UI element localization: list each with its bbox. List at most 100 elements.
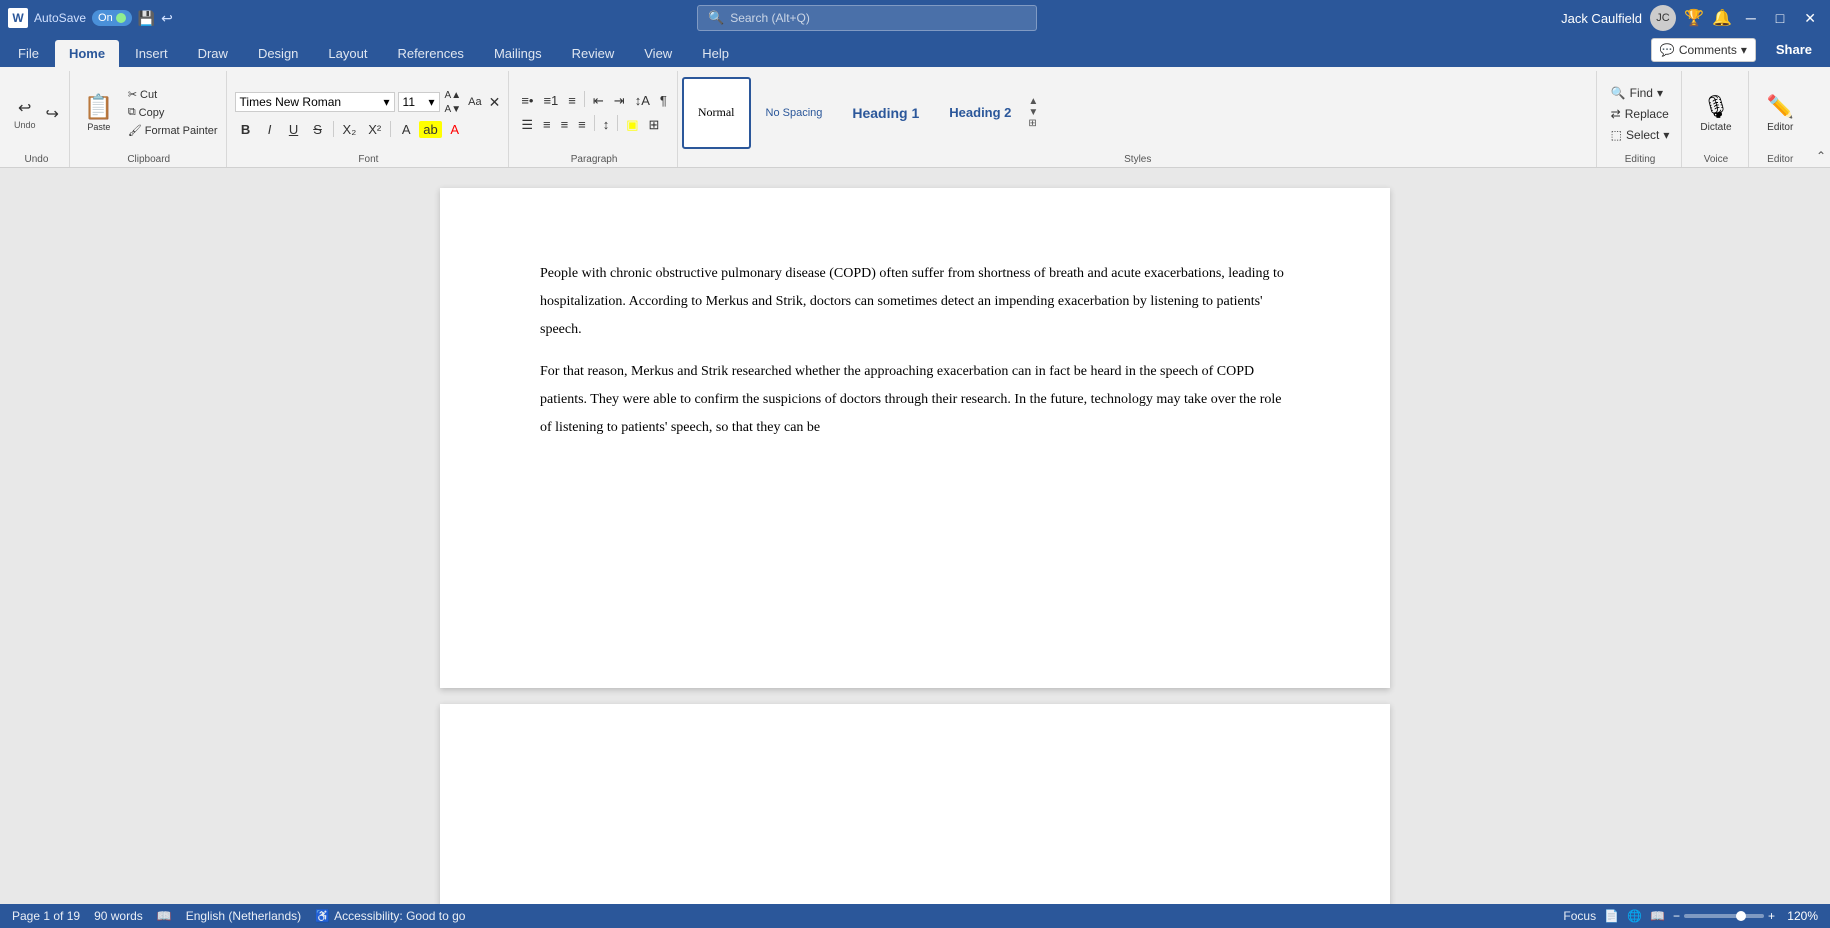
style-heading1[interactable]: Heading 1	[837, 77, 934, 149]
multilevel-list-button[interactable]: ≡	[564, 91, 580, 111]
bullets-button[interactable]: ≡•	[517, 91, 537, 111]
minimize-button[interactable]: ─	[1740, 10, 1762, 26]
autosave-label: AutoSave	[34, 11, 86, 25]
tab-home[interactable]: Home	[55, 40, 119, 67]
font-select-chevron: ▾	[384, 95, 390, 109]
paste-icon: 📋	[84, 93, 114, 122]
line-spacing-button[interactable]: ↕	[599, 115, 614, 135]
read-mode-icon[interactable]: 📖	[1650, 909, 1665, 923]
decrease-indent-button[interactable]: ⇤	[589, 91, 608, 111]
styles-group-label: Styles	[682, 152, 1594, 167]
align-right-button[interactable]: ≡	[557, 115, 573, 135]
undo-group: ↩ Undo ↪ Undo	[4, 71, 70, 167]
format-painter-button[interactable]: 🖌 Format Painter	[124, 122, 222, 139]
search-placeholder: Search (Alt+Q)	[730, 11, 810, 25]
superscript-button[interactable]: X²	[363, 120, 386, 139]
find-button[interactable]: 🔍 Find ▾	[1605, 83, 1676, 103]
accessibility-check: ♿ Accessibility: Good to go	[315, 909, 465, 923]
page-1: People with chronic obstructive pulmonar…	[440, 188, 1390, 688]
increase-indent-button[interactable]: ⇥	[610, 91, 629, 111]
cut-button[interactable]: ✂ Cut	[124, 86, 222, 103]
autosave-toggle[interactable]: On	[92, 10, 132, 26]
rewards-icon: 🏆	[1684, 8, 1704, 28]
proofing-icon: 📖	[157, 909, 172, 923]
tab-help[interactable]: Help	[688, 40, 743, 67]
styles-scroll-down[interactable]: ▼	[1028, 107, 1038, 118]
cut-icon: ✂	[128, 88, 137, 101]
font-size-increase[interactable]: A▲	[443, 89, 464, 102]
font-size-select[interactable]: 11 ▾	[398, 92, 440, 112]
undo-title-icon[interactable]: ↩	[161, 10, 173, 27]
zoom-out-icon[interactable]: −	[1673, 909, 1680, 923]
styles-expand-button[interactable]: ⊞	[1028, 118, 1038, 129]
styles-scroll-up[interactable]: ▲	[1028, 96, 1038, 107]
share-button[interactable]: Share	[1762, 36, 1826, 63]
justify-button[interactable]: ≡	[574, 115, 590, 135]
redo-button[interactable]: ↪	[42, 100, 63, 128]
font-color-button[interactable]: A	[444, 120, 466, 139]
font-name-select[interactable]: Times New Roman ▾	[235, 92, 395, 112]
change-case-button[interactable]: Aa	[466, 95, 483, 109]
select-button[interactable]: ⬚ Select ▾	[1605, 125, 1676, 145]
tab-references[interactable]: References	[383, 40, 477, 67]
shading-button[interactable]: ▣	[622, 115, 642, 135]
clipboard-small-buttons: ✂ Cut ⧉ Copy 🖌 Format Painter	[124, 86, 222, 139]
zoom-slider-track[interactable]	[1684, 914, 1764, 918]
tab-draw[interactable]: Draw	[184, 40, 242, 67]
ribbon-collapse-button[interactable]: ⌃	[1816, 149, 1826, 163]
zoom-slider-thumb	[1736, 911, 1746, 921]
close-button[interactable]: ✕	[1798, 10, 1822, 27]
underline-button[interactable]: U	[283, 120, 305, 139]
strikethrough-button[interactable]: S	[307, 120, 329, 139]
undo-button[interactable]: ↩ Undo	[10, 94, 40, 134]
search-bar[interactable]: 🔍 Search (Alt+Q)	[697, 5, 1037, 31]
focus-label[interactable]: Focus	[1563, 909, 1596, 923]
tab-review[interactable]: Review	[558, 40, 629, 67]
status-bar: Page 1 of 19 90 words 📖 English (Netherl…	[0, 904, 1830, 928]
restore-button[interactable]: □	[1770, 10, 1790, 26]
paragraph-2[interactable]: For that reason, Merkus and Strik resear…	[540, 358, 1290, 442]
copy-button[interactable]: ⧉ Copy	[124, 104, 222, 121]
clear-formatting-button[interactable]: ✕	[487, 93, 503, 112]
tab-mailings[interactable]: Mailings	[480, 40, 556, 67]
font-size-decrease[interactable]: A▼	[443, 103, 464, 116]
sort-button[interactable]: ↕A	[631, 91, 654, 111]
web-layout-icon[interactable]: 🌐	[1627, 909, 1642, 923]
tab-file[interactable]: File	[4, 40, 53, 67]
highlight-color-button[interactable]: ab	[419, 121, 441, 138]
zoom-control[interactable]: − +	[1673, 909, 1775, 923]
tab-layout[interactable]: Layout	[314, 40, 381, 67]
editor-button[interactable]: ✏️ Editor	[1759, 90, 1802, 137]
language: English (Netherlands)	[186, 909, 301, 923]
zoom-in-icon[interactable]: +	[1768, 909, 1775, 923]
tab-design[interactable]: Design	[244, 40, 312, 67]
editor-icon: ✏️	[1767, 94, 1794, 120]
list-buttons-row: ≡• ≡1 ≡ ⇤ ⇥ ↕A ¶	[517, 91, 671, 111]
font-name-row: Times New Roman ▾ 11 ▾ A▲ A▼ Aa ✕	[235, 89, 503, 116]
show-marks-button[interactable]: ¶	[656, 91, 671, 111]
voice-group: 🎙 Dictate Voice	[1684, 71, 1748, 167]
clipboard-group-label: Clipboard	[76, 152, 222, 167]
align-left-button[interactable]: ☰	[517, 115, 537, 135]
align-center-button[interactable]: ≡	[539, 115, 555, 135]
style-no-spacing[interactable]: No Spacing	[751, 77, 838, 149]
style-normal[interactable]: Normal	[682, 77, 751, 149]
undo-label: Undo	[14, 120, 36, 130]
style-heading2[interactable]: Heading 2	[934, 77, 1026, 149]
dictate-button[interactable]: 🎙 Dictate	[1692, 90, 1739, 137]
text-effects-button[interactable]: A	[395, 120, 417, 139]
paste-button[interactable]: 📋 Paste	[76, 89, 122, 136]
replace-button[interactable]: ⇄ Replace	[1605, 104, 1676, 124]
comments-button[interactable]: 💬 Comments ▾	[1651, 38, 1756, 62]
bold-button[interactable]: B	[235, 120, 257, 139]
editor-group: ✏️ Editor Editor	[1751, 71, 1810, 167]
tab-insert[interactable]: Insert	[121, 40, 182, 67]
subscript-button[interactable]: X₂	[338, 120, 362, 139]
print-layout-icon[interactable]: 📄	[1604, 909, 1619, 923]
numbering-button[interactable]: ≡1	[539, 91, 562, 111]
save-icon[interactable]: 💾	[138, 10, 155, 27]
tab-view[interactable]: View	[630, 40, 686, 67]
italic-button[interactable]: I	[259, 120, 281, 139]
borders-button[interactable]: ⊞	[645, 115, 664, 135]
redo-icon: ↪	[46, 104, 59, 124]
